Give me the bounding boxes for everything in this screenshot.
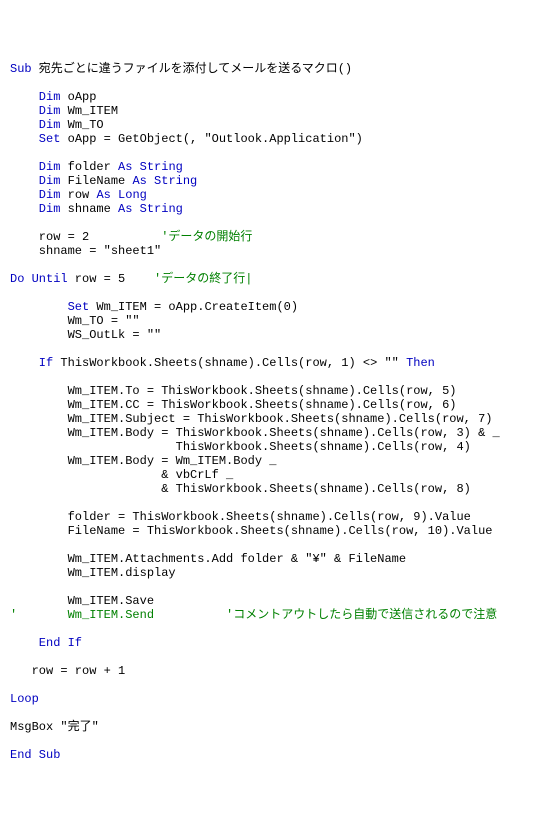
keyword-as-long: As Long [96,188,146,202]
code-text: Wm_ITEM.Attachments.Add folder & "¥" & F… [10,552,406,566]
keyword-set: Set [10,300,89,314]
code-text: FileName [60,174,132,188]
code-text: Wm_ITEM.Save [10,594,154,608]
code-text: ThisWorkbook.Sheets(shname).Cells(row, 4… [10,440,471,454]
comment: ' Wm_ITEM.Send 'コメントアウトしたら自動で送信されるので注意 [10,608,497,622]
keyword-dim: Dim [10,118,60,132]
keyword-as-string: As String [132,174,197,188]
keyword-dim: Dim [10,104,60,118]
keyword-if: If [10,356,53,370]
code-text: Wm_ITEM [60,104,118,118]
code-text: MsgBox "完了" [10,720,99,734]
keyword-set: Set [10,132,60,146]
code-text: Wm_ITEM = oApp.CreateItem(0) [89,300,298,314]
code-text: Wm_ITEM.Body = Wm_ITEM.Body _ [10,454,276,468]
code-text: WS_OutLk = "" [10,328,161,342]
code-viewer: Sub 宛先ごとに違うファイルを添付してメールを送るマクロ() Dim oApp… [10,62,541,762]
code-text: FileName = ThisWorkbook.Sheets(shname).C… [10,524,492,538]
keyword-dim: Dim [10,160,60,174]
code-text: Wm_TO = "" [10,314,140,328]
code-text: Wm_ITEM.Body = ThisWorkbook.Sheets(shnam… [10,426,500,440]
code-text: Wm_ITEM.Subject = ThisWorkbook.Sheets(sh… [10,412,492,426]
code-text: Wm_TO [60,118,103,132]
code-text: folder [60,160,118,174]
keyword-dim: Dim [10,188,60,202]
keyword-do-until: Do Until [10,272,68,286]
code-text: & ThisWorkbook.Sheets(shname).Cells(row,… [10,482,471,496]
code-text: row = 2 [10,230,161,244]
keyword-end-if: End If [10,636,82,650]
code-text: & vbCrLf _ [10,468,233,482]
code-text: Wm_ITEM.CC = ThisWorkbook.Sheets(shname)… [10,398,456,412]
code-text: folder = ThisWorkbook.Sheets(shname).Cel… [10,510,471,524]
keyword-loop: Loop [10,692,39,706]
keyword-dim: Dim [10,90,60,104]
code-text: ThisWorkbook.Sheets(shname).Cells(row, 1… [53,356,406,370]
code-text: row [60,188,96,202]
keyword-dim: Dim [10,202,60,216]
code-text: oApp [60,90,96,104]
code-text: Wm_ITEM.display [10,566,176,580]
keyword-dim: Dim [10,174,60,188]
code-text: Wm_ITEM.To = ThisWorkbook.Sheets(shname)… [10,384,456,398]
code-text: row = 5 [68,272,154,286]
keyword-end-sub: End Sub [10,748,60,762]
keyword-as-string: As String [118,160,183,174]
comment: 'データの開始行 [161,230,252,244]
keyword-sub: Sub [10,62,32,76]
proc-name: 宛先ごとに違うファイルを添付してメールを送るマクロ() [32,62,353,76]
code-text: shname [60,202,118,216]
keyword-then: Then [406,356,435,370]
code-text: oApp = GetObject(, "Outlook.Application"… [60,132,362,146]
code-text: shname = "sheet1" [10,244,161,258]
comment: 'データの終了行| [154,272,252,286]
keyword-as-string: As String [118,202,183,216]
code-text: row = row + 1 [10,664,125,678]
